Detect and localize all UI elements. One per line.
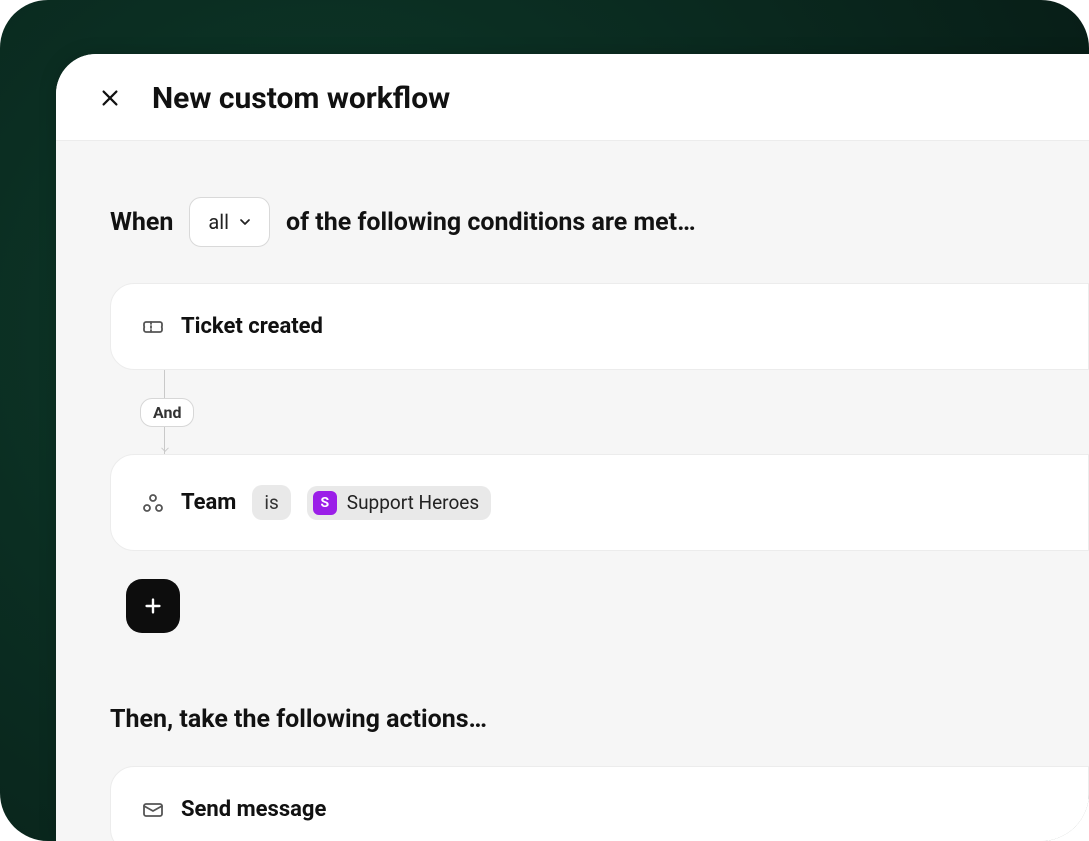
operator-chip[interactable]: is — [252, 485, 290, 520]
match-mode-value: all — [208, 210, 229, 234]
panel-header: New custom workflow — [56, 54, 1089, 141]
condition-field: Team — [181, 490, 236, 515]
add-condition-button[interactable] — [126, 579, 180, 633]
and-chip: And — [140, 398, 194, 427]
action-label: Send message — [181, 797, 326, 822]
backdrop: New custom workflow When all of the foll… — [0, 0, 1089, 841]
condition-label: Ticket created — [181, 314, 323, 339]
panel-title: New custom workflow — [152, 81, 450, 116]
actions-heading: Then, take the following actions… — [110, 705, 1089, 734]
conditions-heading: When all of the following conditions are… — [110, 197, 1089, 247]
condition-connector: And — [152, 370, 1089, 454]
panel-body: When all of the following conditions are… — [56, 141, 1089, 841]
match-mode-select[interactable]: all — [189, 197, 270, 247]
arrow-down-icon — [158, 442, 172, 456]
when-suffix: of the following conditions are met… — [286, 208, 696, 237]
team-icon — [141, 491, 165, 515]
team-badge: S — [313, 491, 337, 515]
close-icon — [99, 87, 121, 109]
close-button[interactable] — [90, 78, 130, 118]
condition-card[interactable]: Ticket created — [110, 283, 1089, 370]
chevron-down-icon — [237, 214, 253, 230]
value-chip[interactable]: S Support Heroes — [307, 486, 491, 520]
workflow-panel: New custom workflow When all of the foll… — [56, 54, 1089, 841]
mail-icon — [141, 798, 165, 822]
value-label: Support Heroes — [347, 491, 479, 514]
plus-icon — [142, 595, 164, 617]
ticket-icon — [141, 315, 165, 339]
action-card[interactable]: Send message — [110, 766, 1089, 841]
when-prefix: When — [110, 208, 173, 237]
condition-card[interactable]: Team is S Support Heroes — [110, 454, 1089, 551]
